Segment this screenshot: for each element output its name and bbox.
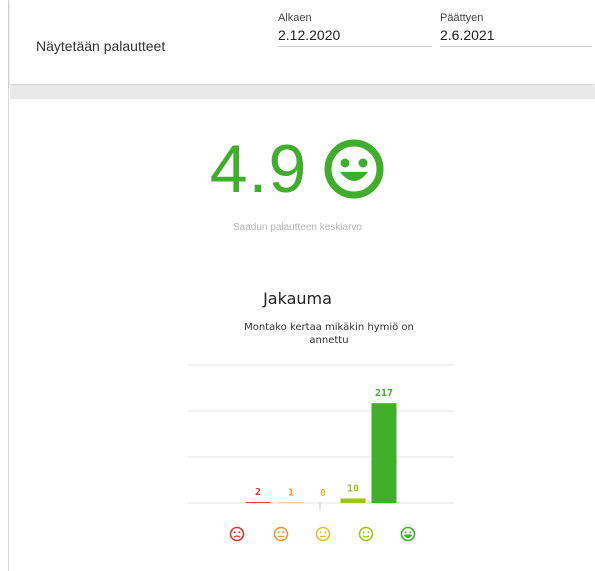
very-happy-face-icon: [400, 526, 416, 542]
bar-value-label: 0: [320, 488, 326, 499]
bar-value-label: 2: [255, 487, 261, 498]
bar-value-label: 1: [288, 488, 294, 499]
bar-very-happy-face: [371, 403, 397, 503]
neutral-face-icon: [315, 526, 331, 542]
bar-very-sad-face: [245, 502, 271, 503]
happy-face-icon: [358, 526, 374, 542]
bar-value-label: 10: [347, 483, 359, 494]
bar-value-label: 217: [375, 388, 393, 399]
sad-face-icon: [273, 526, 289, 542]
bar-happy-face: [340, 498, 366, 503]
very-sad-face-icon: [229, 526, 245, 542]
distribution-chart: 2 1 0 10217: [188, 364, 454, 542]
